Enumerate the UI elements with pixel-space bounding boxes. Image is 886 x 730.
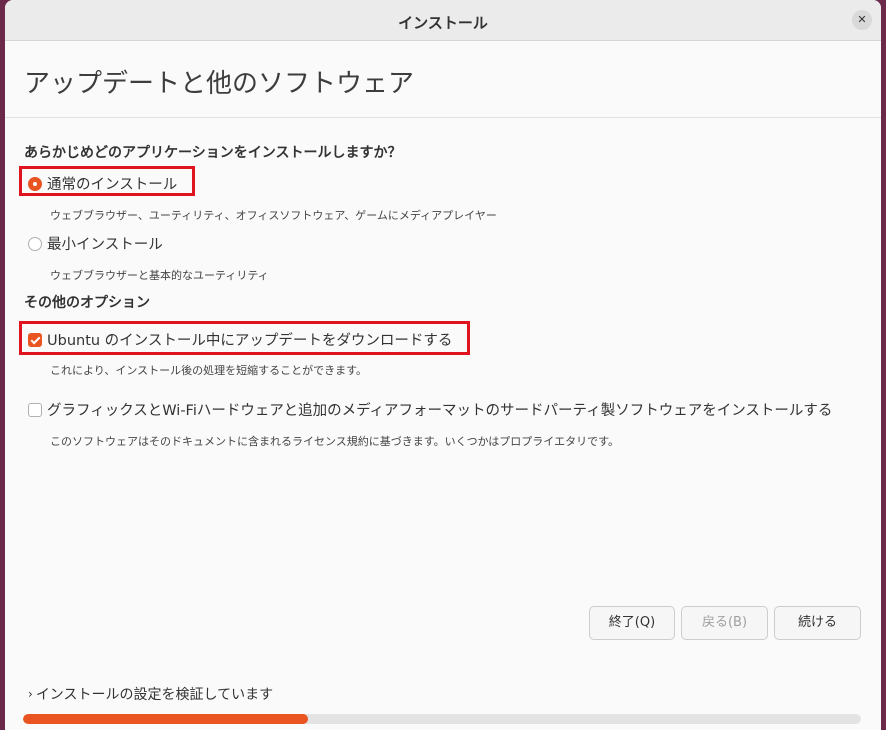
installer-window: インストール ✕ アップデートと他のソフトウェア あらかじめどのアプリケーション… [5, 0, 881, 730]
title-bar: インストール ✕ [5, 0, 881, 41]
radio-minimal-install[interactable]: 最小インストール [28, 233, 163, 254]
third-party-label: グラフィックスとWi-Fiハードウェアと追加のメディアフォーマットのサードパーテ… [47, 403, 833, 419]
checkbox-download-updates[interactable]: Ubuntu のインストール中にアップデートをダウンロードする [28, 329, 452, 350]
minimal-install-description: ウェブブラウザーと基本的なユーティリティ [50, 269, 269, 282]
quit-button[interactable]: 終了(Q) [589, 606, 675, 640]
download-updates-label: Ubuntu のインストール中にアップデートをダウンロードする [47, 333, 453, 349]
close-icon: ✕ [857, 13, 867, 26]
download-updates-description: これにより、インストール後の処理を短縮することができます。 [50, 364, 368, 377]
status-expander[interactable]: › インストールの設定を検証しています [28, 684, 273, 704]
third-party-description: このソフトウェアはそのドキュメントに含まれるライセンス規約に基づきます。いくつか… [50, 435, 620, 448]
radio-normal-install[interactable]: 通常のインストール [28, 173, 177, 194]
install-type-question: あらかじめどのアプリケーションをインストールしますか？ [24, 145, 402, 161]
checkbox-unchecked-icon [28, 402, 42, 417]
continue-button[interactable]: 続ける [774, 606, 861, 640]
status-text: インストールの設定を検証しています [35, 687, 274, 703]
radio-unselected-icon [28, 236, 42, 251]
normal-install-label: 通常のインストール [47, 177, 178, 193]
normal-install-description: ウェブブラウザー、ユーティリティ、オフィスソフトウェア、ゲームにメディアプレイヤ… [50, 209, 497, 222]
radio-selected-icon [28, 176, 42, 191]
window-title: インストール [398, 14, 488, 32]
chevron-right-icon: › [28, 687, 33, 701]
checkbox-checked-icon [28, 332, 42, 347]
minimal-install-label: 最小インストール [47, 237, 163, 253]
close-button[interactable]: ✕ [852, 10, 872, 30]
progress-fill [23, 714, 308, 724]
progress-bar [23, 714, 861, 724]
page-title: アップデートと他のソフトウェア [24, 69, 415, 99]
page-header: アップデートと他のソフトウェア [5, 41, 881, 118]
checkbox-third-party[interactable]: グラフィックスとWi-Fiハードウェアと追加のメディアフォーマットのサードパーテ… [28, 399, 832, 420]
back-button[interactable]: 戻る(B) [681, 606, 768, 640]
other-options-heading: その他のオプション [24, 295, 150, 311]
